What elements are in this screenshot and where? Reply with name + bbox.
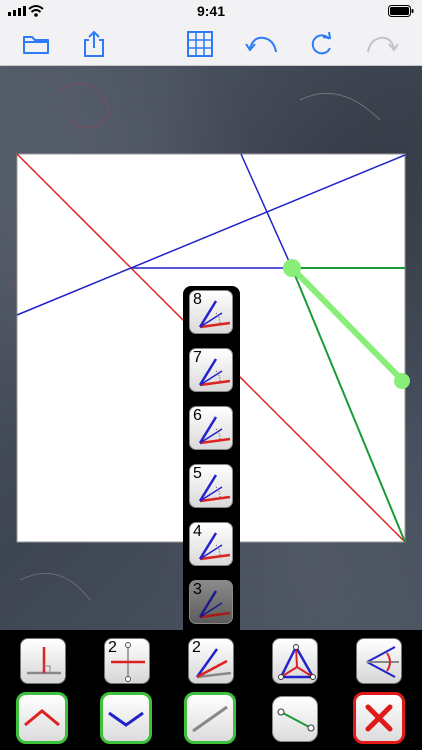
- bisect-angle-tool-button[interactable]: 2: [188, 638, 234, 684]
- angle-bisect-ray-icon: [366, 646, 399, 678]
- divide-angle-5-button[interactable]: 5: [189, 464, 233, 508]
- share-button[interactable]: [78, 28, 110, 60]
- divide-angle-3-button[interactable]: 3: [189, 580, 233, 624]
- auxiliary-line-button[interactable]: [272, 696, 318, 742]
- mountain-fold-button[interactable]: [16, 692, 68, 744]
- folder-icon: [23, 36, 49, 54]
- grid-button[interactable]: [184, 28, 216, 60]
- palette-label: 6: [193, 407, 202, 424]
- angle-bisect-ray-tool-button[interactable]: [356, 638, 402, 684]
- divide-angle-7-button[interactable]: 7: [189, 348, 233, 392]
- bisect-segment-tool-button[interactable]: 2: [104, 638, 150, 684]
- valley-fold-button[interactable]: [100, 692, 152, 744]
- tool-label: 2: [108, 639, 117, 656]
- flat-line-button[interactable]: [184, 692, 236, 744]
- incenter-tool-button[interactable]: [272, 638, 318, 684]
- share-icon: [84, 30, 104, 57]
- undo-icon: [245, 36, 277, 53]
- redo-button[interactable]: [306, 28, 338, 60]
- tool-label: 2: [192, 639, 201, 656]
- undo-button[interactable]: [244, 28, 280, 60]
- valley-fold-icon: [108, 711, 144, 727]
- highlight-point-edge[interactable]: [394, 373, 410, 389]
- palette-label: 4: [193, 523, 202, 540]
- perpendicular-icon: [27, 647, 61, 675]
- cancel-button[interactable]: [353, 692, 405, 744]
- palette-label: 8: [193, 291, 202, 308]
- palette-label: 3: [193, 581, 202, 598]
- flat-line-icon: [192, 705, 228, 733]
- highlight-point[interactable]: [283, 259, 301, 277]
- divide-angle-6-button[interactable]: 6: [189, 406, 233, 450]
- palette-label: 7: [193, 349, 202, 366]
- battery-icon: [388, 5, 414, 17]
- angle-division-palette: 8 7 6 5 4 3: [183, 286, 240, 630]
- grid-icon: [187, 31, 213, 57]
- status-bar: 9:41: [0, 0, 422, 22]
- mountain-fold-icon: [24, 709, 60, 727]
- redo-disabled-button[interactable]: [364, 28, 400, 60]
- status-time: 9:41: [196, 3, 226, 19]
- close-icon: [365, 704, 393, 732]
- redo-icon: [311, 31, 332, 55]
- top-toolbar: [0, 22, 422, 66]
- divide-angle-8-button[interactable]: 8: [189, 290, 233, 334]
- palette-label: 5: [193, 465, 202, 482]
- incenter-icon: [278, 644, 316, 680]
- folder-button[interactable]: [20, 28, 52, 60]
- auxiliary-line-icon: [277, 708, 315, 732]
- perpendicular-tool-button[interactable]: [20, 638, 66, 684]
- redo-disabled-icon: [367, 36, 399, 53]
- divide-angle-4-button[interactable]: 4: [189, 522, 233, 566]
